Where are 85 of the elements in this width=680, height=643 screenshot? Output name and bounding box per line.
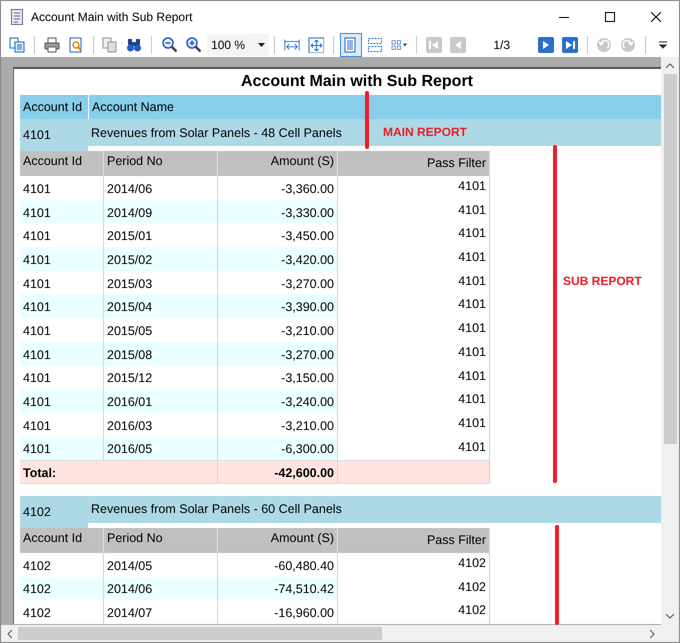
table-cell: -3,330.00 [218,200,338,224]
table-cell: -3,270.00 [218,270,338,294]
table-cell: -3,390.00 [218,294,338,318]
table-cell: 4102 [20,552,104,577]
horizontal-scrollbar[interactable] [1,625,679,642]
report-title: Account Main with Sub Report [240,72,474,92]
chevron-down-icon [658,41,667,49]
table-cell: 2014/06 [104,576,218,600]
zoom-in-icon [185,37,202,53]
annotation-label: SUB REPORT [563,274,642,288]
table-cell: 4101 [20,176,104,200]
first-page-icon [426,37,442,53]
table-cell: -3,240.00 [218,389,338,413]
table-cell: 4101 [20,247,104,271]
table-cell: 4101 [20,200,104,224]
column-header: Pass Filter [338,528,490,553]
total-amount: -42,600.00 [218,460,338,484]
column-header: Pass Filter [338,151,490,176]
caret-icon [403,43,408,47]
chevron-left-icon [7,630,12,638]
table-cell: 2015/02 [104,247,218,271]
table-cell: -74,510.42 [218,576,338,600]
zoom-dropdown[interactable]: 100 % [207,34,270,56]
chevron-up-icon [666,63,674,68]
annotation-marker [365,91,369,149]
table-cell: 2016/01 [104,389,218,413]
column-header: Account Name [91,100,174,114]
total-label: Total: [20,460,218,484]
vertical-scrollbar[interactable] [661,57,679,625]
column-header: Period No [104,151,218,176]
pages-icon [9,37,25,53]
close-icon [651,12,661,22]
column-header: Amount (S) [218,528,338,553]
table-cell: 4101 [20,294,104,318]
table-cell: 2015/12 [104,366,218,390]
chevron-down-icon [666,614,674,619]
table-cell: -3,420.00 [218,247,338,271]
table-cell: 4101 [20,342,104,366]
annotation-label: MAIN REPORT [383,125,467,139]
table-cell: 2015/08 [104,342,218,366]
account-name: Revenues from Solar Panels - 60 Cell Panels [88,496,661,523]
column-header: Amount (S) [218,151,338,176]
account-id: 4102 [20,496,88,528]
table-cell: 4101 [20,270,104,294]
single-page-icon [342,37,358,53]
fit-page-icon [308,37,324,53]
back-icon [596,37,612,53]
table-cell: 2016/05 [104,436,218,460]
chevron-right-icon [650,630,655,638]
table-cell: 2015/03 [104,270,218,294]
continuous-pages-icon [366,37,382,53]
window-title: Account Main with Sub Report [31,10,194,24]
previous-page-icon [450,37,466,53]
account-id: 4101 [20,119,88,151]
next-page-icon [538,37,554,53]
column-header: Account Id [20,528,104,553]
column-header: Period No [104,528,218,553]
caret-icon [258,43,266,47]
zoom-out-icon [161,37,178,53]
binoculars-icon [126,37,142,53]
toolbar-button[interactable] [340,33,362,57]
table-cell: 4101 [20,318,104,342]
last-page-icon [562,37,578,53]
table-cell: 2015/04 [104,294,218,318]
fit-width-icon [284,37,300,53]
table-cell: 4101 [20,412,104,437]
table-cell: 4101 [20,389,104,413]
printer-icon [44,37,60,53]
forward-icon [620,37,636,53]
table-cell: 4101 [20,366,104,390]
table-cell: 2014/09 [104,200,218,224]
document-icon [11,9,23,25]
table-cell: 4101 [20,436,104,460]
column-header: Account Id [20,151,104,176]
table-cell: 4101 [338,436,490,460]
table-cell: 4102 [20,600,104,624]
table-cell: -3,270.00 [218,342,338,366]
table-cell: 4102 [20,576,104,600]
table-cell: 4101 [20,223,104,248]
maximize-icon [605,12,615,22]
copy-icon [102,37,118,53]
preview-icon [68,37,84,53]
minimize-icon [559,16,569,18]
table-cell: -3,150.00 [218,366,338,390]
table-cell: -6,300.00 [218,436,338,460]
